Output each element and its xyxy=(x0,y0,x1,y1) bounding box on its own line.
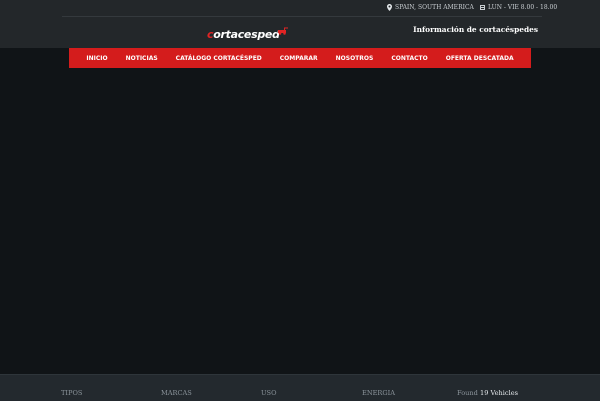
location-info: SPAIN, SOUTH AMERICA xyxy=(387,4,474,11)
logo-wordmark: cortacesped xyxy=(207,28,280,41)
nav-noticias[interactable]: NOTICIAS xyxy=(117,55,167,62)
main-nav: INICIO NOTICIAS CATÁLOGO CORTACÉSPED COM… xyxy=(69,48,531,68)
filter-energia[interactable]: ENERGIA xyxy=(362,389,395,397)
hours-text: LUN - VIE 8.00 - 18.00 xyxy=(488,4,558,11)
nav-oferta[interactable]: OFERTA DESCATADA xyxy=(437,55,523,62)
search-filter-bar: TIPOS MARCAS USO ENERGIA Found 19 Vehicl… xyxy=(0,374,600,401)
location-text: SPAIN, SOUTH AMERICA xyxy=(395,4,474,11)
filter-tipos[interactable]: TIPOS xyxy=(61,389,82,397)
site-logo[interactable]: cortacesped xyxy=(207,23,291,41)
filter-uso[interactable]: USO xyxy=(261,389,276,397)
map-pin-icon xyxy=(387,4,392,11)
site-header: SPAIN, SOUTH AMERICA LUN - VIE 8.00 - 18… xyxy=(0,0,600,48)
found-label: Found xyxy=(457,389,478,397)
nav-nosotros[interactable]: NOSOTROS xyxy=(327,55,383,62)
found-count: Found 19 Vehicles xyxy=(457,389,518,397)
lawn-mower-icon xyxy=(278,27,288,35)
info-link[interactable]: Información de cortacéspedes xyxy=(413,25,538,34)
hours-info: LUN - VIE 8.00 - 18.00 xyxy=(480,4,557,11)
found-number: 19 Vehicles xyxy=(480,389,519,397)
top-bar: SPAIN, SOUTH AMERICA LUN - VIE 8.00 - 18… xyxy=(62,0,557,17)
nav-catalogo[interactable]: CATÁLOGO CORTACÉSPED xyxy=(167,55,271,62)
filter-marcas[interactable]: MARCAS xyxy=(161,389,192,397)
nav-contacto[interactable]: CONTACTO xyxy=(382,55,436,62)
nav-comparar[interactable]: COMPARAR xyxy=(271,55,327,62)
nav-inicio[interactable]: INICIO xyxy=(77,55,116,62)
logo-rest: ortacesped xyxy=(213,28,280,41)
calendar-icon xyxy=(480,5,485,10)
